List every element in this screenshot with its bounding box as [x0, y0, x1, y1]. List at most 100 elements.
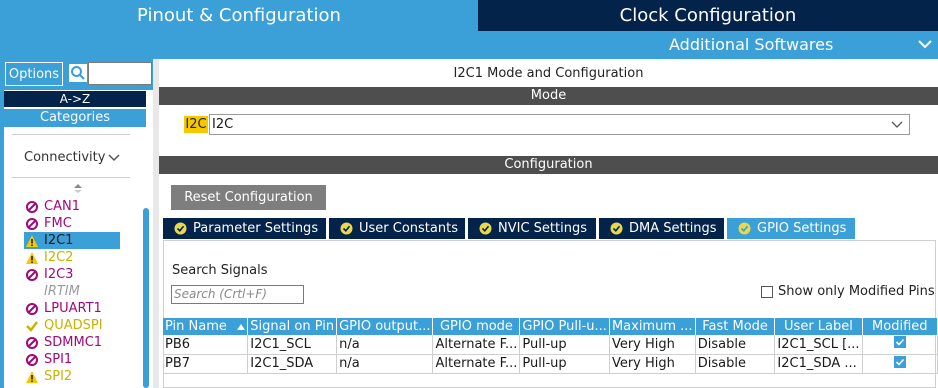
tab-label: User Constants — [359, 221, 458, 236]
cell-gpio-pull: Pull-up — [519, 354, 610, 374]
sort-arrow-icon[interactable] — [73, 183, 83, 193]
search-signals-label: Search Signals — [172, 263, 268, 278]
cell-user-label: I2C1_SCL [... — [774, 335, 863, 355]
cell-pin-name: PB7 — [163, 354, 249, 374]
tab-nvic-settings[interactable]: NVIC Settings — [468, 218, 596, 239]
gpio-table: Pin Name Signal on Pin GPIO output... GP… — [163, 318, 938, 374]
col-maximum[interactable]: Maximum ... — [609, 318, 696, 335]
i2c-mode-value: I2C — [212, 117, 234, 132]
search-signals-input[interactable]: Search (Crtl+F) — [171, 285, 304, 304]
configuration-section-header[interactable]: Configuration — [159, 156, 938, 174]
tab-dma-settings[interactable]: DMA Settings — [599, 218, 724, 239]
peripheral-name: SPI2 — [44, 369, 73, 384]
list-item-i2c3[interactable]: I2C3 — [24, 266, 120, 283]
col-pin-name[interactable]: Pin Name — [163, 318, 249, 335]
additional-softwares-bar: Additional Softwares — [0, 31, 938, 59]
additional-softwares-label[interactable]: Additional Softwares — [669, 35, 833, 54]
col-fast-mode[interactable]: Fast Mode — [695, 318, 776, 335]
list-item-irtim[interactable]: IRTIM — [24, 283, 120, 300]
tab-user-constants[interactable]: User Constants — [329, 218, 465, 239]
reset-configuration-button[interactable]: Reset Configuration — [171, 185, 326, 210]
cell-maximum: Very High — [609, 354, 696, 374]
cell-signal: I2C1_SDA — [247, 354, 338, 374]
peripheral-name: I2C2 — [44, 250, 74, 265]
options-button[interactable]: Options — [5, 62, 63, 86]
checkbox-checked-icon[interactable] — [893, 355, 906, 368]
disabled-icon — [26, 217, 38, 230]
categories-button[interactable]: Categories — [4, 109, 146, 127]
page-title: I2C1 Mode and Configuration — [453, 66, 644, 81]
search-icon[interactable] — [69, 64, 87, 82]
tab-clock-configuration[interactable]: Clock Configuration — [478, 0, 938, 31]
mode-section-header[interactable]: Mode — [159, 87, 938, 105]
sort-up-icon[interactable] — [237, 323, 246, 331]
cell-gpio-mode: Alternate F... — [432, 354, 521, 374]
left-scrollbar-thumb[interactable] — [143, 208, 149, 388]
col-signal-on-pin[interactable]: Signal on Pin — [247, 318, 338, 335]
table-header-row: Pin Name Signal on Pin GPIO output... GP… — [163, 318, 938, 335]
chevron-down-icon[interactable] — [918, 38, 932, 50]
divider — [12, 134, 130, 135]
col-gpio-output[interactable]: GPIO output... — [336, 318, 434, 335]
list-item-sdmmc1[interactable]: SDMMC1 — [24, 334, 120, 351]
table-row[interactable]: PB7 I2C1_SDA n/a Alternate F... Pull-up … — [163, 354, 938, 374]
list-item-spi2[interactable]: SPI2 — [24, 368, 120, 385]
check-circle-icon — [479, 222, 492, 235]
list-item-quadspi[interactable]: QUADSPI — [24, 317, 120, 334]
check-circle-icon — [174, 222, 187, 235]
show-only-modified-checkbox[interactable]: Show only Modified Pins — [761, 284, 935, 299]
chevron-down-icon[interactable] — [108, 153, 120, 162]
blank-icon — [25, 285, 39, 299]
tab-label: GPIO Settings — [757, 221, 847, 236]
disabled-icon — [26, 200, 38, 213]
peripheral-name: I2C1 — [44, 233, 74, 248]
cell-signal: I2C1_SCL — [247, 335, 338, 355]
tab-parameter-settings[interactable]: Parameter Settings — [163, 218, 326, 239]
check-circle-icon — [610, 222, 623, 235]
config-subtabs: Parameter Settings User Constants NVIC S… — [163, 218, 858, 239]
sort-az-button[interactable]: A->Z — [4, 91, 146, 107]
cell-maximum: Very High — [609, 335, 696, 355]
peripheral-name: SDMMC1 — [44, 335, 103, 350]
col-gpio-mode[interactable]: GPIO mode — [432, 318, 521, 335]
disabled-icon — [26, 302, 38, 315]
tab-label: NVIC Settings — [498, 221, 587, 236]
cell-user-label: I2C1_SDA ... — [774, 354, 863, 374]
check-circle-icon — [738, 222, 751, 235]
col-gpio-pull[interactable]: GPIO Pull-u... — [519, 318, 610, 335]
left-search-input[interactable] — [88, 62, 152, 85]
check-circle-icon — [340, 222, 353, 235]
list-item-can1[interactable]: CAN1 — [24, 198, 120, 215]
list-item-spi1[interactable]: SPI1 — [24, 351, 120, 368]
peripheral-name: QUADSPI — [44, 318, 103, 333]
warning-icon — [26, 234, 38, 247]
cell-fast-mode: Disable — [695, 354, 776, 374]
cell-modified[interactable] — [862, 335, 938, 355]
peripheral-list: CAN1 FMC I2C1 I2C2 I2C3 IRTIM LPUART1 QU… — [24, 198, 120, 385]
chevron-down-icon[interactable] — [891, 120, 903, 129]
cell-fast-mode: Disable — [695, 335, 776, 355]
col-modified[interactable]: Modified — [862, 318, 938, 335]
list-item-i2c2[interactable]: I2C2 — [24, 249, 120, 266]
tab-pinout-configuration[interactable]: Pinout & Configuration — [0, 0, 478, 31]
list-item-fmc[interactable]: FMC — [24, 215, 120, 232]
peripheral-name: IRTIM — [44, 284, 80, 299]
col-user-label[interactable]: User Label — [774, 318, 863, 335]
peripheral-name: LPUART1 — [44, 301, 102, 316]
checkbox[interactable] — [761, 285, 773, 298]
divider — [12, 177, 130, 178]
connectivity-category[interactable]: Connectivity — [24, 150, 105, 165]
checkbox-checked-icon[interactable] — [893, 336, 906, 349]
table-row[interactable]: PB6 I2C1_SCL n/a Alternate F... Pull-up … — [163, 335, 938, 355]
check-icon — [26, 320, 38, 332]
i2c-mode-select[interactable]: I2C — [209, 114, 910, 135]
warning-icon — [26, 251, 38, 264]
i2c-highlight-tag: I2C — [184, 116, 208, 133]
cell-gpio-pull: Pull-up — [519, 335, 610, 355]
tab-gpio-settings[interactable]: GPIO Settings — [727, 218, 855, 239]
list-item-lpuart1[interactable]: LPUART1 — [24, 300, 120, 317]
cell-modified[interactable] — [862, 354, 938, 374]
disabled-icon — [26, 268, 38, 281]
list-item-i2c1[interactable]: I2C1 — [24, 232, 120, 249]
disabled-icon — [26, 353, 38, 366]
